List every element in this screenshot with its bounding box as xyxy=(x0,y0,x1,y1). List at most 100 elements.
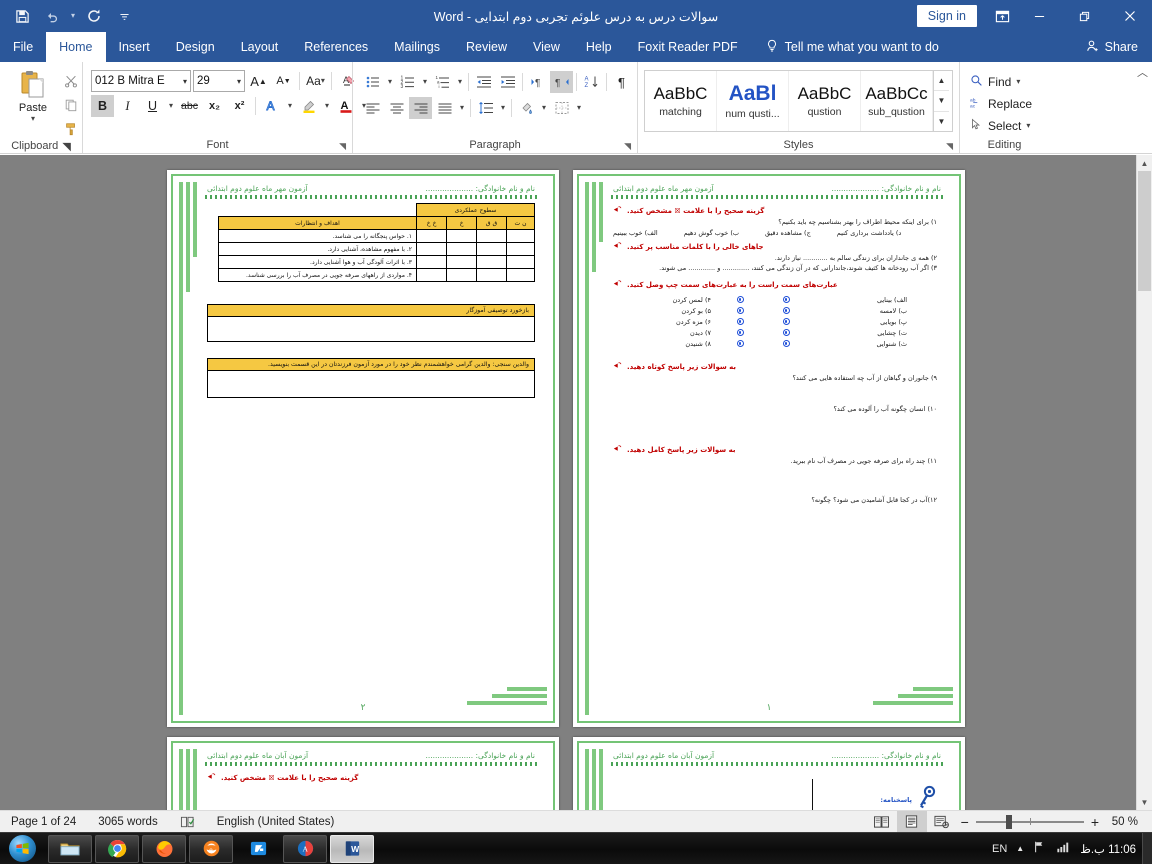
shrink-font-icon[interactable]: A▼ xyxy=(272,70,295,92)
style-sub-qustion[interactable]: AaBbCc sub_qustion xyxy=(861,71,933,131)
level-cell[interactable] xyxy=(417,230,447,243)
level-cell[interactable] xyxy=(507,269,535,282)
collapse-ribbon-icon[interactable]: ︿ xyxy=(1137,64,1148,80)
pdf-app-icon[interactable]: A xyxy=(283,835,327,863)
scroll-up-icon[interactable]: ▲ xyxy=(1137,155,1152,171)
web-layout-icon[interactable] xyxy=(927,811,957,833)
borders-icon[interactable] xyxy=(550,97,573,119)
page-3-content[interactable]: نام و نام خانوادگی: ....................… xyxy=(607,751,947,810)
network-icon[interactable] xyxy=(1033,840,1047,857)
level-cell[interactable] xyxy=(447,269,477,282)
text-effects-dropdown-icon[interactable]: ▾ xyxy=(285,95,295,117)
shading-dropdown-icon[interactable]: ▾ xyxy=(539,97,549,119)
page-4-content[interactable]: نام و نام خانوادگی: ....................… xyxy=(201,751,541,810)
font-name-combobox[interactable]: 012 B Mitra E ▾ xyxy=(91,70,191,92)
shading-icon[interactable] xyxy=(515,97,538,119)
word-icon[interactable]: W xyxy=(330,835,374,863)
proofing-errors-icon[interactable] xyxy=(169,815,206,829)
performance-table[interactable]: سطوح عملکردی ن ت ق ق خ خ خ اهداف و انتظا… xyxy=(218,203,535,282)
language-indicator[interactable]: English (United States) xyxy=(206,816,346,828)
tab-home[interactable]: Home xyxy=(46,32,105,62)
matching-radio-right[interactable] xyxy=(737,307,744,314)
scissors-icon[interactable] xyxy=(60,71,82,91)
dialog-launcher-icon[interactable]: ◥ xyxy=(62,140,70,153)
style-num-qustion[interactable]: AaBl num qusti... xyxy=(717,71,789,131)
zoom-slider-thumb[interactable] xyxy=(1006,815,1012,829)
tab-insert[interactable]: Insert xyxy=(106,32,163,62)
file-explorer-icon[interactable] xyxy=(48,835,92,863)
matching-radio-left[interactable] xyxy=(783,307,790,314)
find-dropdown-icon[interactable]: ▾ xyxy=(1016,78,1020,86)
table-row[interactable]: ۳. با اثرات آلودگی آب و هوا آشنایی دارد. xyxy=(219,256,535,269)
bullets-dropdown-icon[interactable]: ▾ xyxy=(385,71,395,93)
matching-radio-right[interactable] xyxy=(737,296,744,303)
page-indicator[interactable]: Page 1 of 24 xyxy=(0,816,87,828)
justify-icon[interactable] xyxy=(433,97,456,119)
align-left-icon[interactable] xyxy=(361,97,384,119)
dialog-launcher-icon[interactable]: ◥ xyxy=(946,141,953,152)
scroll-down-icon[interactable]: ▼ xyxy=(1137,794,1152,810)
left-to-right-icon[interactable]: ¶ xyxy=(526,71,549,93)
matching-radio-right[interactable] xyxy=(737,340,744,347)
underline-button[interactable]: U xyxy=(141,95,164,117)
level-cell[interactable] xyxy=(477,243,507,256)
tab-file[interactable]: File xyxy=(0,32,46,62)
format-painter-icon[interactable] xyxy=(60,119,82,139)
justify-dropdown-icon[interactable]: ▾ xyxy=(457,97,467,119)
save-icon[interactable] xyxy=(8,3,36,29)
table-row[interactable]: ۱. حواس پنجگانه را می شناسد. xyxy=(219,230,535,243)
level-cell[interactable] xyxy=(507,230,535,243)
teacher-feedback-input[interactable] xyxy=(208,317,534,341)
customize-quick-access-toolbar-icon[interactable] xyxy=(110,3,138,29)
style-qustion[interactable]: AaBbC qustion xyxy=(789,71,861,131)
matching-radio-left[interactable] xyxy=(783,318,790,325)
borders-dropdown-icon[interactable]: ▾ xyxy=(574,97,584,119)
select-button[interactable]: Select ▾ xyxy=(970,115,1032,137)
subscript-button[interactable]: x₂ xyxy=(203,95,226,117)
grow-font-icon[interactable]: A▲ xyxy=(247,70,270,92)
strikethrough-button[interactable]: abc xyxy=(178,95,201,117)
undo-icon[interactable] xyxy=(38,3,66,29)
font-size-combobox[interactable]: 29 ▾ xyxy=(193,70,245,92)
zoom-level-label[interactable]: 50 % xyxy=(1106,816,1144,828)
italic-button[interactable]: I xyxy=(116,95,139,117)
sort-icon[interactable]: AZ xyxy=(580,71,603,93)
more-styles-icon[interactable]: ▼ xyxy=(934,112,949,131)
windows-start-button[interactable] xyxy=(0,834,44,864)
zoom-in-button[interactable]: + xyxy=(1091,814,1099,830)
level-cell[interactable] xyxy=(417,243,447,256)
print-layout-icon[interactable] xyxy=(897,811,927,833)
text-highlight-dropdown-icon[interactable]: ▾ xyxy=(322,95,332,117)
chevron-up-icon[interactable]: ▲ xyxy=(934,71,949,91)
tab-mailings[interactable]: Mailings xyxy=(381,32,453,62)
tell-me-search[interactable]: Tell me what you want to do xyxy=(755,32,949,62)
level-cell[interactable] xyxy=(507,256,535,269)
tab-references[interactable]: References xyxy=(291,32,381,62)
level-cell[interactable] xyxy=(417,269,447,282)
level-cell[interactable] xyxy=(477,230,507,243)
increase-indent-icon[interactable] xyxy=(496,71,519,93)
document-page-4[interactable]: نام و نام خانوادگی: ....................… xyxy=(167,737,559,810)
sign-in-button[interactable]: Sign in xyxy=(917,5,977,27)
level-cell[interactable] xyxy=(507,243,535,256)
styles-gallery-scrollbar[interactable]: ▲ ▼ ▼ xyxy=(933,71,949,131)
matching-radio-left[interactable] xyxy=(783,296,790,303)
text-effects-icon[interactable]: A xyxy=(260,95,283,117)
find-button[interactable]: Find ▾ xyxy=(970,71,1032,93)
page-1-content[interactable]: نام و نام خانوادگی: ....................… xyxy=(607,184,947,719)
redo-icon[interactable] xyxy=(80,3,108,29)
chrome-icon[interactable] xyxy=(95,835,139,863)
tray-language-label[interactable]: EN xyxy=(992,843,1007,855)
document-canvas[interactable]: نام و نام خانوادگی: ....................… xyxy=(0,155,1152,810)
undo-dropdown-icon[interactable]: ▾ xyxy=(68,3,78,29)
change-case-icon[interactable]: Aa ▾ xyxy=(304,70,327,92)
scrollbar-thumb[interactable] xyxy=(1138,171,1151,291)
tab-review[interactable]: Review xyxy=(453,32,520,62)
paste-dropdown-icon[interactable]: ▾ xyxy=(31,115,35,123)
replace-button[interactable]: abac Replace xyxy=(970,93,1032,115)
minimize-button[interactable] xyxy=(1017,0,1062,32)
dialog-launcher-icon[interactable]: ◥ xyxy=(339,141,346,152)
tab-view[interactable]: View xyxy=(520,32,573,62)
show-desktop-button[interactable] xyxy=(1142,833,1152,864)
share-button[interactable]: Share xyxy=(1078,32,1152,62)
